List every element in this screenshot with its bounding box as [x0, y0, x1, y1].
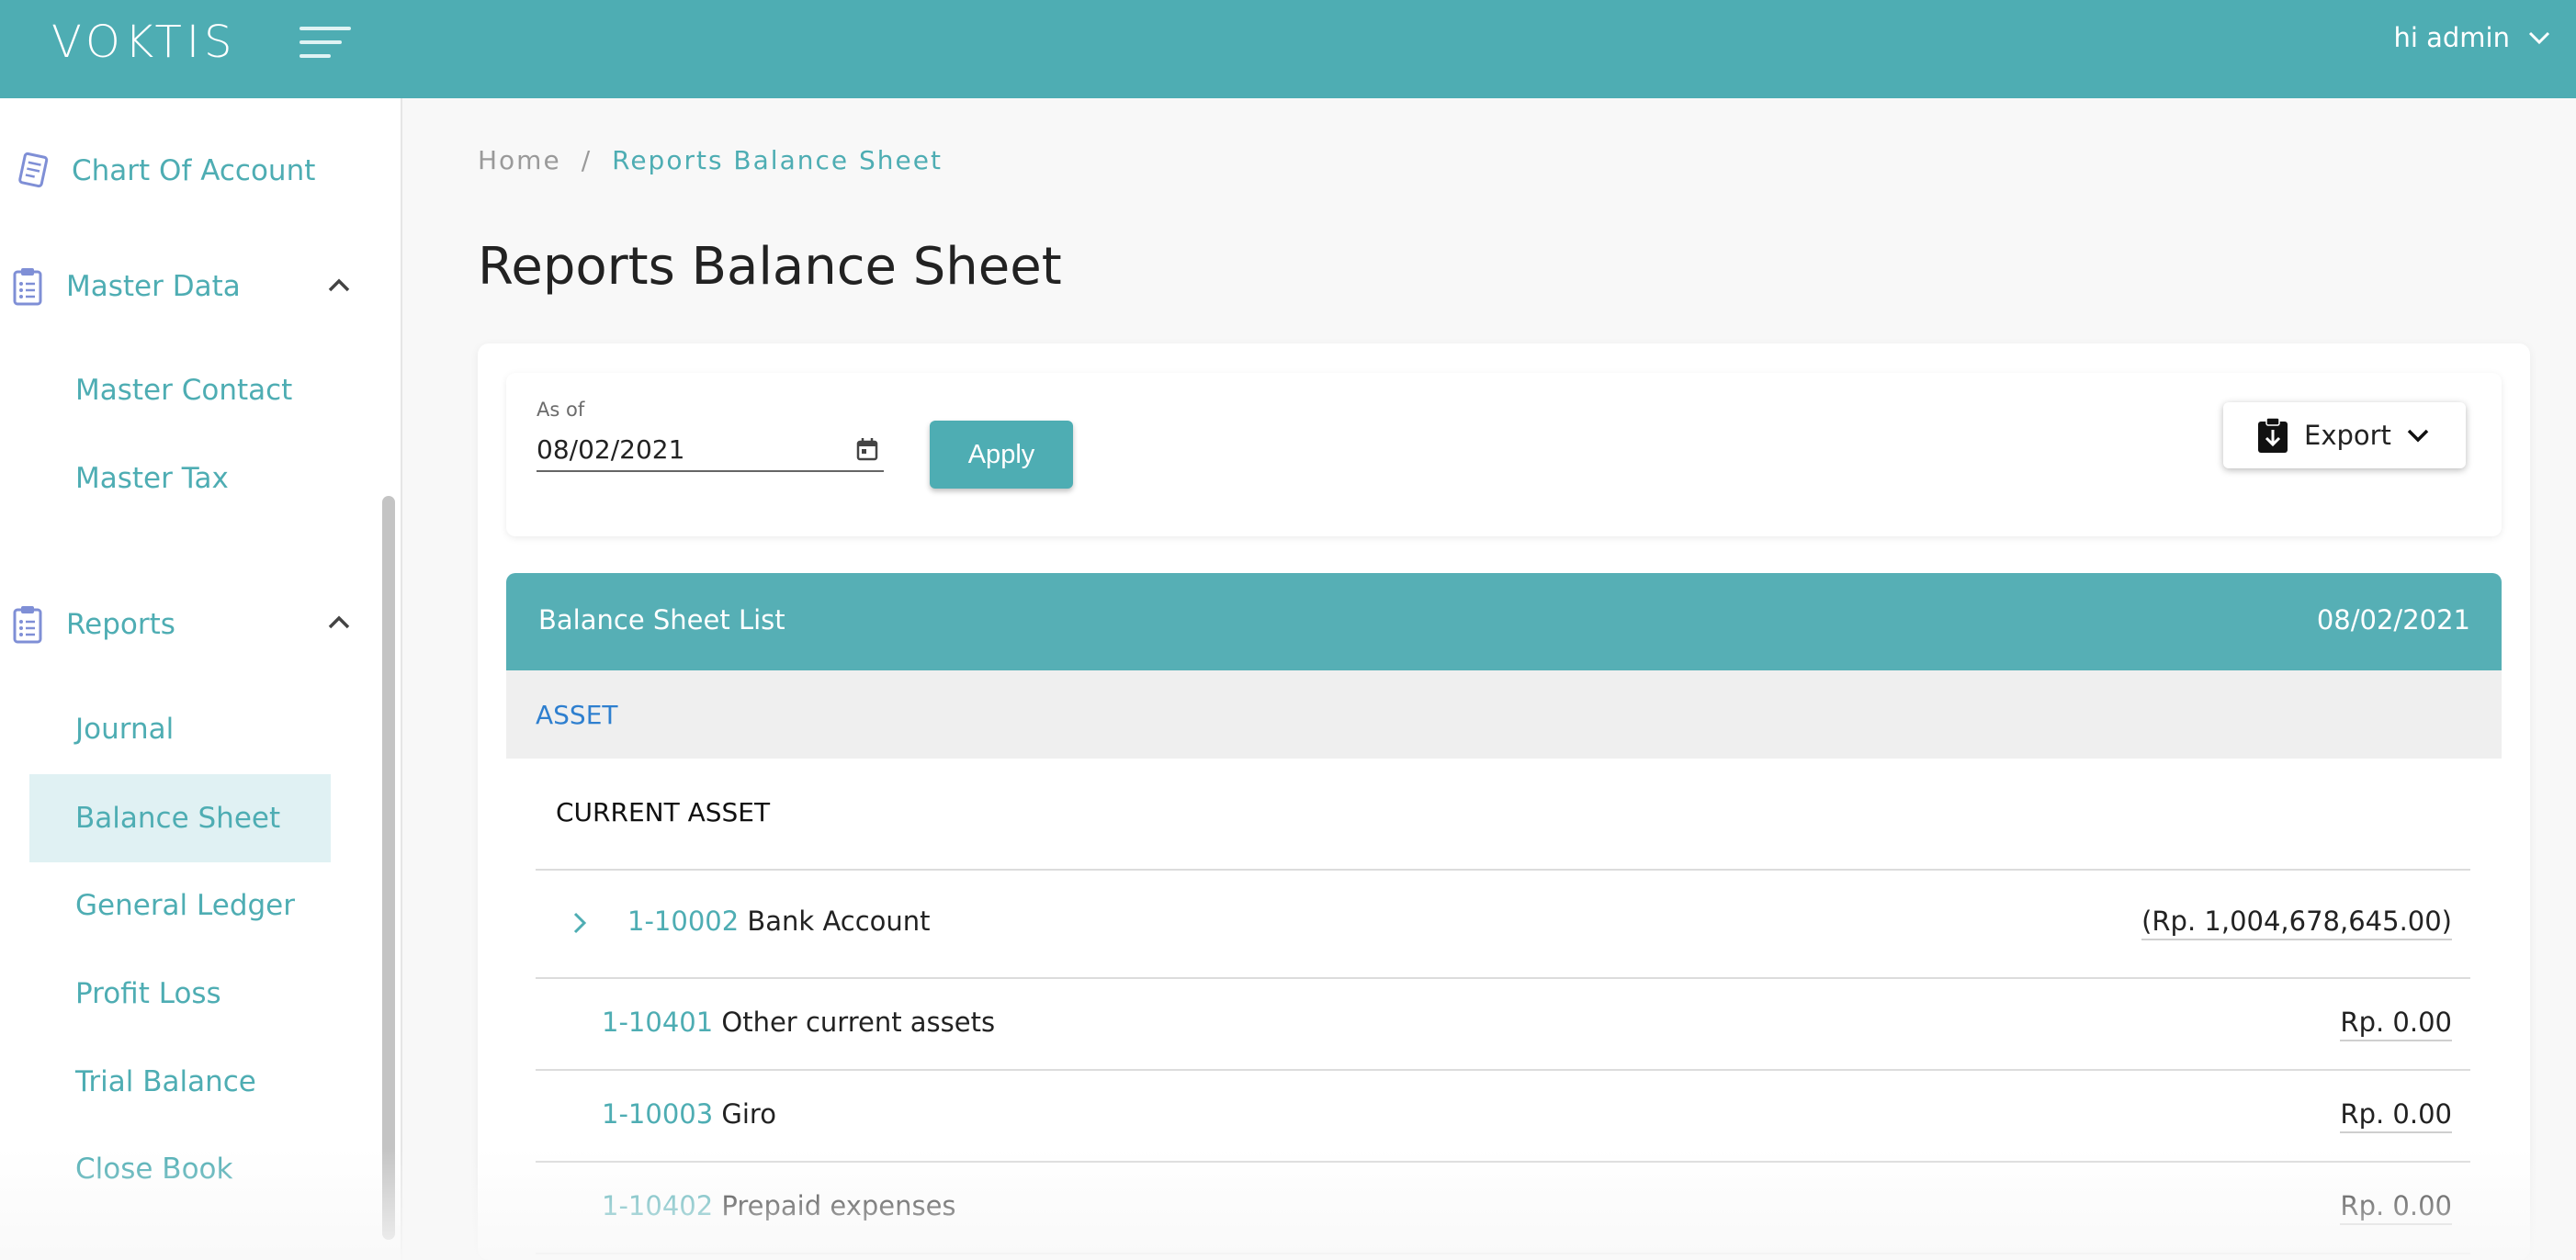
table-row[interactable]: 1-10003 Giro Rp. 0.00 [536, 1069, 2470, 1161]
breadcrumb-home[interactable]: Home [478, 145, 561, 175]
sidebar-item-balance-sheet[interactable]: Balance Sheet [29, 774, 331, 862]
account-code: 1-10401 [602, 1007, 714, 1038]
sidebar-item-label: Chart Of Account [72, 154, 316, 187]
account-name: Giro [721, 1098, 776, 1130]
account-amount[interactable]: Rp. 0.00 [2340, 1098, 2452, 1133]
account-name: Bank Account [747, 906, 931, 937]
account-name: Other current assets [721, 1007, 996, 1038]
account-label: 1-10402 Prepaid expenses [602, 1190, 956, 1221]
clipboard-icon [13, 268, 42, 306]
export-button[interactable]: Export [2223, 402, 2466, 468]
sidebar-group-label: Reports [66, 608, 175, 641]
user-menu[interactable]: hi admin [2393, 22, 2550, 53]
export-label: Export [2304, 420, 2391, 451]
sidebar-item-general-ledger[interactable]: General Ledger [29, 861, 331, 950]
page-title: Reports Balance Sheet [478, 237, 1062, 297]
account-amount[interactable]: Rp. 0.00 [2340, 1007, 2452, 1041]
account-label: 1-10401 Other current assets [602, 1007, 995, 1038]
sidebar-group-reports[interactable]: Reports [9, 604, 175, 645]
chevron-up-icon[interactable] [327, 276, 351, 293]
calendar-icon[interactable] [856, 437, 878, 461]
account-amount[interactable]: Rp. 0.00 [2340, 1190, 2452, 1225]
account-code: 1-10003 [602, 1098, 714, 1130]
table-row[interactable]: 1-10401 Other current assets Rp. 0.00 [536, 977, 2470, 1069]
account-code: 1-10002 [627, 906, 740, 937]
table-row-divider [536, 1253, 2470, 1260]
date-input[interactable]: 08/02/2021 [537, 428, 884, 472]
breadcrumb: Home / Reports Balance Sheet [478, 145, 943, 175]
apply-button[interactable]: Apply [930, 421, 1073, 489]
app-logo[interactable]: VOKTIS [51, 17, 236, 68]
top-bar: VOKTIS hi admin [0, 0, 2576, 98]
date-label: As of [537, 399, 585, 421]
user-greeting: hi admin [2393, 22, 2510, 53]
clipboard-icon [13, 606, 42, 644]
date-value: 08/02/2021 [537, 433, 685, 465]
account-label: 1-10003 Giro [602, 1098, 776, 1130]
sidebar-group-master-data[interactable]: Master Data [9, 266, 241, 307]
sidebar-item-close-book[interactable]: Close Book [29, 1125, 331, 1213]
subsection-current-asset: CURRENT ASSET [556, 797, 771, 827]
chevron-up-icon[interactable] [327, 613, 351, 630]
sidebar-item-trial-balance[interactable]: Trial Balance [29, 1038, 331, 1126]
balance-sheet-title: Balance Sheet List [538, 604, 785, 636]
sidebar-scrollbar-thumb[interactable] [382, 496, 395, 1240]
balance-sheet-header: Balance Sheet List 08/02/2021 [506, 573, 2502, 670]
clipboard-download-icon [2258, 417, 2288, 453]
breadcrumb-separator: / [581, 145, 593, 175]
account-name: Prepaid expenses [721, 1190, 956, 1221]
menu-toggle-icon[interactable] [299, 25, 351, 60]
sidebar-item-profit-loss[interactable]: Profit Loss [29, 950, 331, 1038]
sidebar-item-journal[interactable]: Journal [29, 685, 331, 773]
table-row[interactable]: 1-10002 Bank Account (Rp. 1,004,678,645.… [536, 869, 2470, 977]
account-code: 1-10402 [602, 1190, 714, 1221]
sidebar-item-master-contact[interactable]: Master Contact [29, 346, 331, 434]
account-label: 1-10002 Bank Account [627, 906, 931, 937]
balance-sheet-date: 08/02/2021 [2316, 604, 2470, 636]
section-asset: ASSET [506, 670, 2502, 759]
breadcrumb-current: Reports Balance Sheet [612, 145, 943, 175]
sidebar-group-label: Master Data [66, 270, 241, 303]
chevron-right-icon[interactable] [572, 911, 587, 935]
chevron-down-icon [2407, 429, 2429, 443]
table-row[interactable]: 1-10402 Prepaid expenses Rp. 0.00 [536, 1161, 2470, 1253]
chevron-down-icon [2528, 31, 2550, 45]
ledger-icon [18, 152, 49, 188]
account-amount[interactable]: (Rp. 1,004,678,645.00) [2141, 906, 2452, 940]
sidebar-item-chart-of-account[interactable]: Chart Of Account [15, 151, 315, 191]
sidebar-item-master-tax[interactable]: Master Tax [29, 434, 331, 523]
